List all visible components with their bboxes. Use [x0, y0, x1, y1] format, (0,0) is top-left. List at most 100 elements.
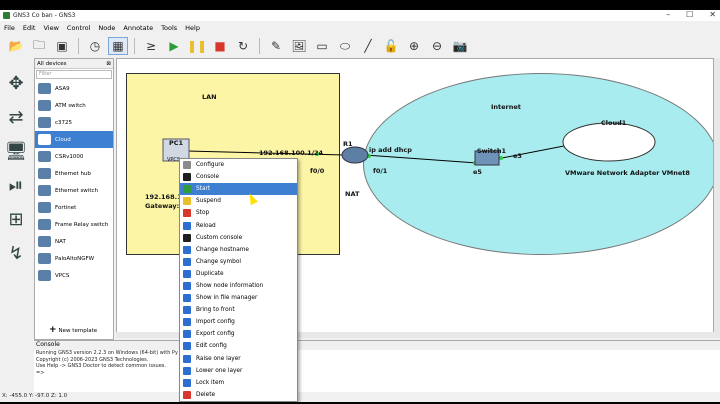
- toolbar: 📂 🗀 ▣ ◷ ▦ ≥ ▶ ❚❚ ■ ↻ ✎ 🖼 ▭ ⬭ ╱ 🔓 ⊕ ⊖ 📷: [0, 35, 720, 57]
- menu-item-stop[interactable]: Stop: [180, 207, 297, 219]
- grid-icon[interactable]: ▦: [108, 37, 128, 55]
- gns3-window: GNS3 Co ban - GNS3 – ☐ ✕ File Edit View …: [0, 10, 720, 402]
- stop-icon[interactable]: ■: [210, 37, 230, 55]
- menu-item-start[interactable]: Start: [180, 183, 297, 196]
- menu-help[interactable]: Help: [181, 24, 204, 32]
- security-devices-icon[interactable]: ⏯: [2, 170, 30, 200]
- nat-label: NAT: [345, 190, 360, 198]
- device-item[interactable]: Fortinet: [35, 199, 113, 216]
- menu-item-custom-console[interactable]: Custom console: [180, 232, 297, 244]
- add-link-icon[interactable]: ↯: [2, 238, 30, 268]
- menu-item-bring-to-front[interactable]: Bring to front: [180, 304, 297, 316]
- switch1-label: Switch1: [477, 147, 507, 155]
- device-icon: [38, 270, 51, 281]
- file-manager-icon: [183, 294, 191, 303]
- menu-item-export-config[interactable]: Export config: [180, 328, 297, 340]
- device-icon: [38, 253, 51, 264]
- delete-icon: [183, 390, 191, 399]
- menu-edit[interactable]: Edit: [19, 24, 40, 32]
- device-item[interactable]: c3725: [35, 114, 113, 131]
- menu-item-delete[interactable]: Delete: [180, 389, 297, 401]
- status-bar: X: -455.0 Y: -97.0 Z: 1.0: [0, 393, 720, 402]
- rectangle-icon[interactable]: ▭: [312, 37, 332, 55]
- device-item[interactable]: ATM switch: [35, 97, 113, 114]
- menu-node[interactable]: Node: [94, 24, 119, 32]
- zoom-out-icon[interactable]: ⊖: [427, 37, 447, 55]
- menu-item-reload[interactable]: Reload: [180, 219, 297, 231]
- device-item-selected[interactable]: Cloud: [35, 131, 113, 148]
- menu-item-suspend[interactable]: Suspend: [180, 195, 297, 207]
- console-panel[interactable]: Console Running GNS3 version 2.2.3 on Wi…: [34, 340, 720, 392]
- lan-label: LAN: [202, 93, 217, 101]
- clock-icon[interactable]: ◷: [85, 37, 105, 55]
- ellipse-icon[interactable]: ⬭: [335, 37, 355, 55]
- device-item[interactable]: Frame Relay switch: [35, 216, 113, 233]
- menu-item-show-in-file-manager[interactable]: Show in file manager: [180, 292, 297, 304]
- note-icon[interactable]: ✎: [266, 37, 286, 55]
- device-item[interactable]: Ethernet hub: [35, 165, 113, 182]
- all-devices-icon[interactable]: ⊞: [2, 204, 30, 234]
- menu-file[interactable]: File: [0, 24, 19, 32]
- device-item[interactable]: NAT: [35, 233, 113, 250]
- minimize-button[interactable]: –: [666, 10, 670, 19]
- reload-icon[interactable]: ↻: [233, 37, 253, 55]
- device-item[interactable]: ASA9: [35, 80, 113, 97]
- cloud1-adapter: VMware Network Adapter VMnet8: [565, 169, 690, 177]
- maximize-button[interactable]: ☐: [686, 10, 693, 19]
- menu-annotate[interactable]: Annotate: [119, 24, 157, 32]
- device-item[interactable]: Ethernet switch: [35, 182, 113, 199]
- zoom-in-icon[interactable]: ⊕: [404, 37, 424, 55]
- edit-icon: [183, 342, 191, 351]
- lock-icon: [183, 378, 191, 387]
- screenshot-icon[interactable]: 📷: [450, 37, 470, 55]
- device-type-bar: ✥ ⇄ 🖥 ⏯ ⊞ ↯: [2, 68, 32, 272]
- menu-item-import-config[interactable]: Import config: [180, 316, 297, 328]
- folder-icon[interactable]: 🗀: [29, 37, 49, 55]
- open-folder-icon[interactable]: 📂: [6, 37, 26, 55]
- menu-tools[interactable]: Tools: [157, 24, 181, 32]
- device-item[interactable]: PaloAltoNGFW: [35, 250, 113, 267]
- new-template-button[interactable]: + New template: [49, 325, 97, 335]
- menu-control[interactable]: Control: [63, 24, 95, 32]
- switches-icon[interactable]: ⇄: [2, 102, 30, 132]
- device-icon: [38, 185, 51, 196]
- menu-item-lower-layer[interactable]: Lower one layer: [180, 365, 297, 377]
- menu-item-duplicate[interactable]: Duplicate: [180, 268, 297, 280]
- image-icon[interactable]: 🖼: [289, 37, 309, 55]
- line-icon[interactable]: ╱: [358, 37, 378, 55]
- snapshot-icon[interactable]: ▣: [52, 37, 72, 55]
- menu-item-console[interactable]: Console: [180, 171, 297, 183]
- export-icon: [183, 330, 191, 339]
- close-button[interactable]: ✕: [709, 10, 716, 19]
- menu-view[interactable]: View: [39, 24, 62, 32]
- end-devices-icon[interactable]: 🖥: [2, 136, 30, 166]
- switch1-e5: e5: [473, 168, 482, 176]
- filter-input[interactable]: Filter: [36, 70, 112, 79]
- menu-item-configure[interactable]: Configure: [180, 159, 297, 171]
- r1-ip: 192.168.100.1/24: [259, 149, 324, 157]
- menu-item-edit-config[interactable]: Edit config: [180, 340, 297, 352]
- menu-item-show-node-info[interactable]: Show node information: [180, 280, 297, 292]
- window-title: GNS3 Co ban - GNS3: [13, 12, 76, 19]
- lock-icon[interactable]: 🔓: [381, 37, 401, 55]
- device-icon: [38, 236, 51, 247]
- canvas-vertical-scrollbar[interactable]: [714, 58, 720, 338]
- menu-item-lock-item[interactable]: Lock item: [180, 377, 297, 389]
- link-switch1-cloud1: [496, 144, 570, 160]
- routers-icon[interactable]: ✥: [2, 68, 30, 98]
- device-icon: [38, 83, 51, 94]
- r1-label: R1: [343, 140, 353, 148]
- start-icon: [183, 185, 191, 194]
- start-icon[interactable]: ▶: [164, 37, 184, 55]
- console-prompt[interactable]: =>: [34, 370, 720, 377]
- device-item[interactable]: CSRv1000: [35, 148, 113, 165]
- pause-icon[interactable]: ❚❚: [187, 37, 207, 55]
- console-title: Console: [34, 341, 720, 350]
- menu-item-raise-layer[interactable]: Raise one layer: [180, 353, 297, 365]
- menu-item-change-symbol[interactable]: Change symbol: [180, 256, 297, 268]
- menu-item-change-hostname[interactable]: Change hostname: [180, 244, 297, 256]
- device-item[interactable]: VPCS: [35, 267, 113, 284]
- panel-close-icon[interactable]: ⊠: [106, 61, 111, 67]
- console-icon[interactable]: ≥: [141, 37, 161, 55]
- console-icon: [183, 173, 191, 182]
